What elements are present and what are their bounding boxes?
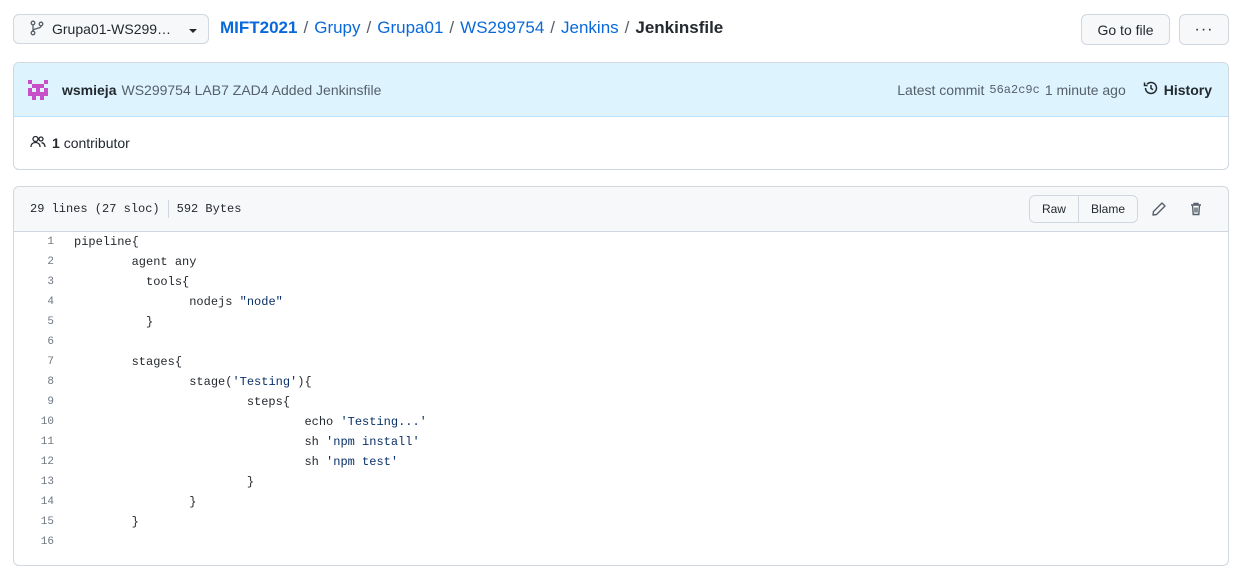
line-content: agent any (74, 255, 197, 269)
line-number[interactable]: 10 (14, 416, 74, 428)
commit-author[interactable]: wsmieja (62, 82, 116, 98)
line-content: echo 'Testing...' (74, 415, 427, 429)
line-content: sh 'npm install' (74, 435, 420, 449)
line-content: stages{ (74, 355, 183, 369)
code-line: 12 sh 'npm test' (14, 452, 1228, 472)
line-content: sh 'npm test' (74, 455, 399, 469)
line-number[interactable]: 15 (14, 516, 74, 528)
breadcrumb-repo-link[interactable]: MIFT2021 (220, 18, 297, 38)
line-content: } (74, 475, 255, 489)
latest-commit-bar: wsmieja WS299754 LAB7 ZAD4 Added Jenkins… (14, 63, 1228, 117)
history-clock-icon (1143, 80, 1159, 99)
contributor-count: 1 (52, 135, 60, 151)
breadcrumb-link-grupy[interactable]: Grupy (314, 18, 360, 38)
line-number[interactable]: 12 (14, 456, 74, 468)
more-options-button[interactable]: ··· (1179, 14, 1229, 45)
file-header: 29 lines (27 sloc) 592 Bytes Raw Blame (14, 187, 1228, 232)
line-number[interactable]: 16 (14, 536, 74, 548)
code-line: 4 nodejs "node" (14, 292, 1228, 312)
breadcrumb-link-grupa01[interactable]: Grupa01 (377, 18, 443, 38)
latest-commit-label: Latest commit (897, 81, 985, 98)
commit-sha[interactable]: 56a2c9c (989, 83, 1039, 97)
line-number[interactable]: 8 (14, 376, 74, 388)
line-number[interactable]: 5 (14, 316, 74, 328)
contributor-label: contributor (63, 135, 130, 151)
git-branch-icon (30, 20, 44, 39)
pencil-icon[interactable] (1143, 195, 1175, 223)
go-to-file-button[interactable]: Go to file (1081, 14, 1170, 45)
line-number[interactable]: 14 (14, 496, 74, 508)
file-size: 592 Bytes (176, 202, 242, 216)
branch-name: Grupa01-WS299… (52, 21, 172, 37)
line-content: } (74, 495, 197, 509)
code-line: 6 (14, 332, 1228, 352)
line-number[interactable]: 9 (14, 396, 74, 408)
raw-button[interactable]: Raw (1029, 196, 1078, 222)
header-divider (167, 200, 169, 218)
breadcrumb-separator: / (303, 18, 309, 37)
line-number[interactable]: 11 (14, 436, 74, 448)
commit-message[interactable]: WS299754 LAB7 ZAD4 Added Jenkinsfile (121, 82, 381, 98)
file-lines-info: 29 lines (27 sloc) (30, 202, 160, 216)
history-link[interactable]: History (1143, 80, 1212, 99)
code-line: 15 } (14, 512, 1228, 532)
avatar[interactable] (28, 79, 48, 100)
code-line: 5 } (14, 312, 1228, 332)
breadcrumb-link-ws299754[interactable]: WS299754 (460, 18, 544, 38)
code-line: 10 echo 'Testing...' (14, 412, 1228, 432)
trash-icon[interactable] (1180, 195, 1212, 223)
code-line: 3 tools{ (14, 272, 1228, 292)
line-number[interactable]: 4 (14, 296, 74, 308)
code-line: 13 } (14, 472, 1228, 492)
line-number[interactable]: 2 (14, 256, 74, 268)
line-content: nodejs "node" (74, 295, 283, 309)
history-label: History (1163, 81, 1212, 98)
branch-selector-button[interactable]: Grupa01-WS299… (13, 14, 209, 44)
contributors-row[interactable]: 1 contributor (14, 117, 1228, 169)
line-content: stage('Testing'){ (74, 375, 312, 389)
code-line: 2 agent any (14, 252, 1228, 272)
line-content: pipeline{ (74, 235, 139, 249)
line-number[interactable]: 3 (14, 276, 74, 288)
file-actions: Raw Blame (1028, 195, 1212, 223)
breadcrumb-link-jenkins[interactable]: Jenkins (561, 18, 619, 38)
line-number[interactable]: 13 (14, 476, 74, 488)
caret-down-icon (188, 21, 198, 37)
line-number[interactable]: 1 (14, 236, 74, 248)
code-line: 16 (14, 532, 1228, 552)
code-line: 11 sh 'npm install' (14, 432, 1228, 452)
line-content: } (74, 315, 154, 329)
code-line: 8 stage('Testing'){ (14, 372, 1228, 392)
file-viewer: 29 lines (27 sloc) 592 Bytes Raw Blame 1… (13, 186, 1229, 566)
line-number[interactable]: 6 (14, 336, 74, 348)
commit-time: 1 minute ago (1044, 81, 1126, 98)
breadcrumb-current-file: Jenkinsfile (635, 18, 724, 37)
breadcrumb-separator: / (550, 18, 556, 37)
line-number[interactable]: 7 (14, 356, 74, 368)
commit-info-box: wsmieja WS299754 LAB7 ZAD4 Added Jenkins… (13, 62, 1229, 170)
code-line: 9 steps{ (14, 392, 1228, 412)
line-content: steps{ (74, 395, 291, 409)
code-line: 7 stages{ (14, 352, 1228, 372)
blame-button[interactable]: Blame (1077, 196, 1137, 222)
breadcrumb-separator: / (366, 18, 372, 37)
line-content: tools{ (74, 275, 190, 289)
code-line: 1 pipeline{ (14, 232, 1228, 252)
code-block: 1 pipeline{2 agent any 3 tools{4 nodejs "n… (14, 232, 1228, 552)
code-line: 14 } (14, 492, 1228, 512)
raw-blame-group: Raw Blame (1028, 195, 1138, 223)
breadcrumb-separator: / (449, 18, 455, 37)
commit-meta: Latest commit 56a2c9c 1 minute ago Histo… (897, 80, 1212, 99)
breadcrumb-separator: / (624, 18, 630, 37)
line-content: } (74, 515, 139, 529)
breadcrumb: MIFT2021 / Grupy / Grupa01 / WS299754 / … (220, 18, 723, 38)
people-icon (30, 134, 46, 153)
